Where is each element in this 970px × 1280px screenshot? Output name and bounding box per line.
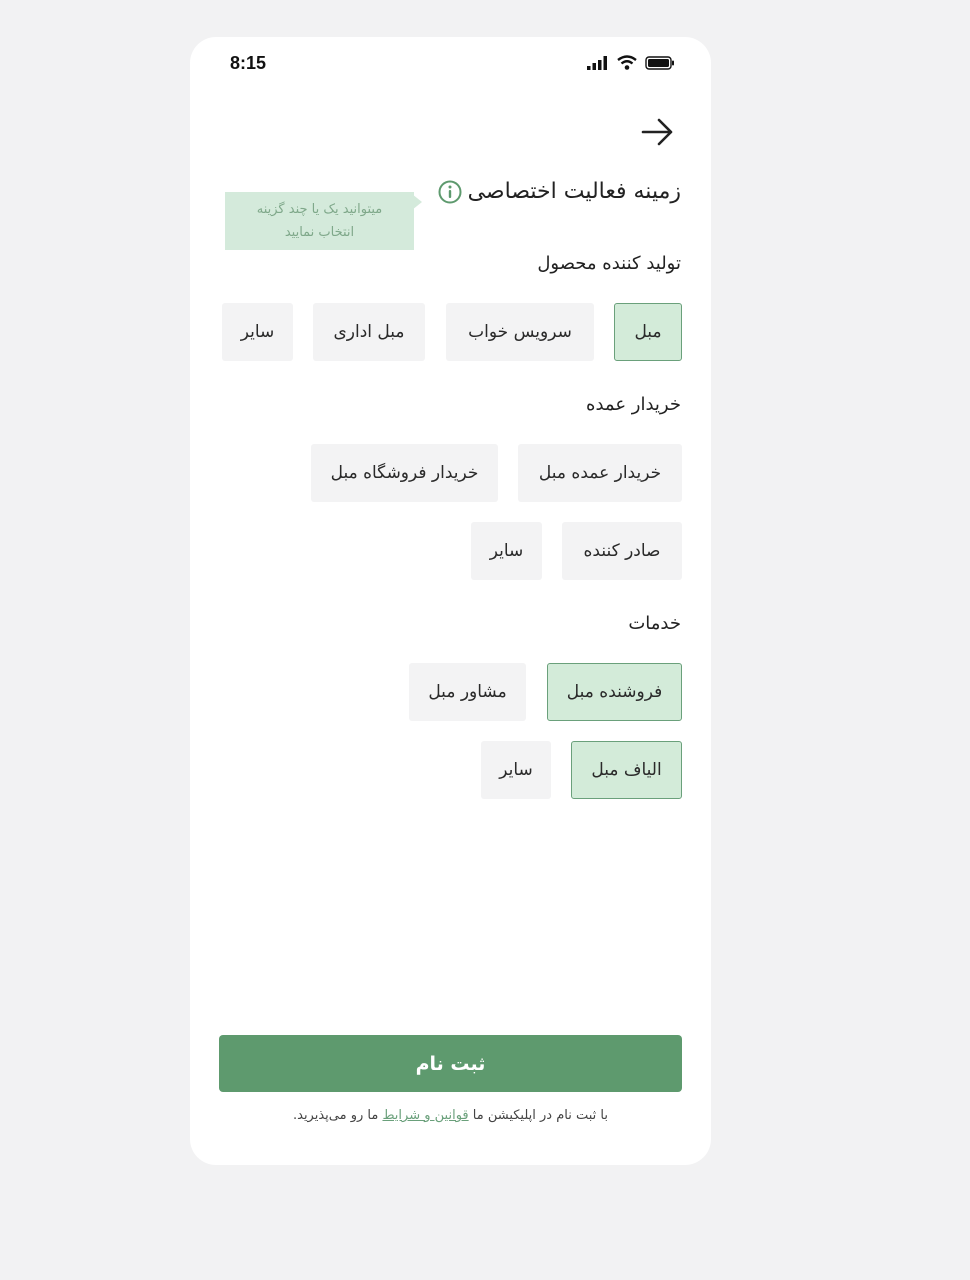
terms-suffix: ما رو می‌پذیرید. bbox=[292, 1108, 383, 1123]
chip-wholesale-exporter[interactable]: صادر کننده bbox=[562, 522, 682, 580]
battery-icon bbox=[645, 55, 674, 70]
tooltip-line-2: انتخاب نمایید bbox=[284, 225, 355, 240]
page-title: زمینه فعالیت اختصاصی bbox=[467, 179, 681, 204]
section-title-services: خدمات bbox=[628, 613, 681, 634]
terms-prefix: با ثبت نام در اپلیکیشن ما bbox=[468, 1108, 608, 1123]
chip-services-furniture-seller[interactable]: فروشنده مبل bbox=[547, 663, 682, 721]
info-icon[interactable] bbox=[438, 180, 462, 204]
tooltip-arrow bbox=[412, 194, 422, 210]
status-icons bbox=[587, 55, 675, 70]
section-title-producer: تولید کننده محصول bbox=[537, 253, 681, 274]
phone-screen: 8:15 زمینه فعالیت اختصاصی میتوانید یک یا… bbox=[190, 37, 711, 1165]
chip-producer-furniture[interactable]: مبل bbox=[614, 303, 682, 361]
signal-icon bbox=[587, 55, 607, 70]
chip-producer-other[interactable]: سایر bbox=[222, 303, 293, 361]
chip-wholesale-store-buyer[interactable]: خریدار فروشگاه مبل bbox=[311, 444, 498, 502]
submit-button[interactable]: ثبت نام bbox=[219, 1035, 682, 1092]
back-arrow-icon[interactable] bbox=[640, 117, 674, 147]
title-row: زمینه فعالیت اختصاصی bbox=[438, 179, 681, 204]
chip-producer-bedroom-set[interactable]: سرویس خواب bbox=[446, 303, 594, 361]
wifi-icon bbox=[617, 55, 637, 70]
status-time: 8:15 bbox=[230, 53, 267, 73]
terms-text: با ثبت نام در اپلیکیشن ما قوانین و شرایط… bbox=[190, 1108, 711, 1123]
chip-services-other[interactable]: سایر bbox=[481, 741, 551, 799]
chip-services-furniture-fiber[interactable]: الیاف مبل bbox=[571, 741, 682, 799]
terms-link[interactable]: قوانین و شرایط bbox=[382, 1108, 468, 1123]
chip-producer-office-furniture[interactable]: مبل اداری bbox=[313, 303, 425, 361]
tooltip-line-1: میتوانید یک یا چند گزینه bbox=[256, 202, 383, 217]
chip-wholesale-other[interactable]: سایر bbox=[471, 522, 542, 580]
chip-services-furniture-consultant[interactable]: مشاور مبل bbox=[409, 663, 526, 721]
info-tooltip: میتوانید یک یا چند گزینه انتخاب نمایید bbox=[225, 192, 414, 250]
section-title-wholesale: خریدار عمده bbox=[586, 394, 681, 415]
chip-wholesale-furniture-buyer[interactable]: خریدار عمده مبل bbox=[518, 444, 682, 502]
